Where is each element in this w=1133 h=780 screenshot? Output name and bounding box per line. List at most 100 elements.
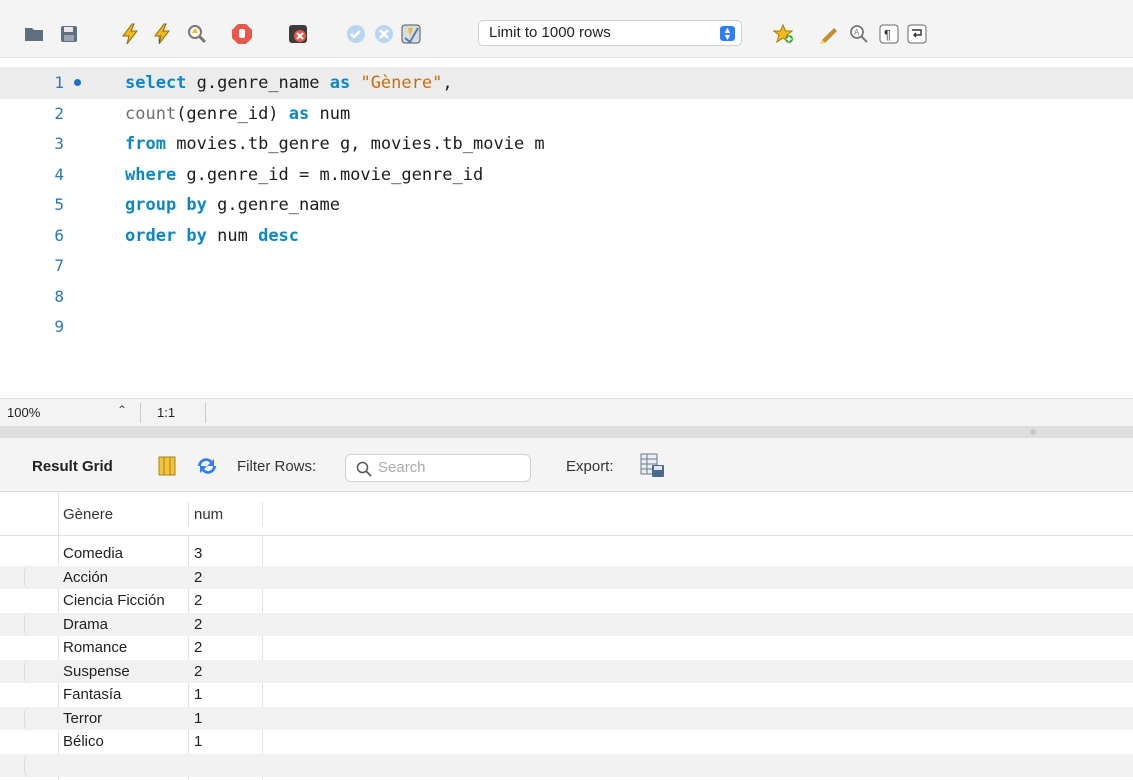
code-line[interactable]: 1 select g.genre_name as "Gènere", xyxy=(0,67,1133,99)
table-row[interactable]: Ciencia Ficción 2 xyxy=(0,589,1133,612)
sql-token: movies.tb_genre g, movies.tb_movie m xyxy=(165,134,545,154)
cell-genere[interactable]: Bélico xyxy=(63,730,104,753)
panel-splitter[interactable] xyxy=(0,426,1133,438)
add-snippet-icon[interactable] xyxy=(772,22,796,46)
sql-keyword: as xyxy=(329,73,351,93)
code-line[interactable]: 5 group by g.genre_name xyxy=(0,189,1133,221)
table-row[interactable]: Fantasía 1 xyxy=(0,683,1133,706)
limit-rows-value: Limit to 1000 rows xyxy=(489,24,611,41)
table-row[interactable]: Drama 2 xyxy=(0,612,1133,636)
cell-genere[interactable]: Ciencia Ficción xyxy=(63,589,165,612)
save-icon[interactable] xyxy=(57,22,81,46)
status-divider xyxy=(205,403,206,423)
open-folder-icon[interactable] xyxy=(22,22,46,46)
cell-num[interactable]: 2 xyxy=(194,636,202,659)
cell-num[interactable]: 2 xyxy=(194,589,202,612)
row-header[interactable] xyxy=(24,706,58,730)
table-row[interactable]: Terror 1 xyxy=(0,706,1133,730)
row-header[interactable] xyxy=(24,659,58,683)
column-divider[interactable] xyxy=(262,502,263,526)
chevron-updown-icon: ▲ ▼ xyxy=(720,26,735,42)
cell-num[interactable]: 2 xyxy=(194,660,202,683)
statement-marker-icon xyxy=(74,79,81,86)
code-line[interactable]: 7 xyxy=(0,250,1133,282)
cell-num[interactable]: 2 xyxy=(194,566,202,589)
sql-keyword: select xyxy=(125,73,187,93)
svg-text:I: I xyxy=(158,35,160,44)
cell-num[interactable]: 3 xyxy=(194,542,202,565)
code-line[interactable]: 9 xyxy=(0,311,1133,343)
table-row[interactable]: Comedia 3 xyxy=(0,542,1133,565)
sql-keyword: from xyxy=(125,134,166,154)
row-header[interactable] xyxy=(24,683,58,706)
code-text: select g.genre_name as "Gènere", xyxy=(125,67,453,99)
code-line[interactable]: 6 order by num desc xyxy=(0,220,1133,252)
sql-keyword: as xyxy=(288,103,310,124)
sql-editor[interactable]: 1 select g.genre_name as "Gènere", 2 count(… xyxy=(0,58,1133,398)
stop-icon[interactable] xyxy=(230,22,254,46)
beautify-icon[interactable] xyxy=(818,22,842,46)
wrap-lines-icon[interactable] xyxy=(905,22,929,46)
cell-genere[interactable]: Drama xyxy=(63,613,108,636)
explain-icon[interactable] xyxy=(185,22,209,46)
sql-token: , xyxy=(442,73,453,93)
grid-header: Gènere num xyxy=(0,492,1133,536)
code-line[interactable]: 3 from movies.tb_genre g, movies.tb_movie… xyxy=(0,128,1133,160)
table-row[interactable]: Romance 2 xyxy=(0,636,1133,659)
cell-num[interactable]: 1 xyxy=(194,730,202,753)
column-header-genere[interactable]: Gènere xyxy=(63,506,113,523)
line-number: 3 xyxy=(54,134,64,153)
table-row[interactable]: Bélico 1 xyxy=(0,730,1133,753)
row-header[interactable] xyxy=(24,565,58,589)
execute-current-icon[interactable]: I xyxy=(150,22,174,46)
table-row[interactable]: Suspense 2 xyxy=(0,659,1133,683)
row-header[interactable] xyxy=(24,542,58,565)
row-header[interactable] xyxy=(24,636,58,659)
filter-rows-input[interactable] xyxy=(378,459,518,476)
limit-rows-select[interactable]: Limit to 1000 rows ▲ ▼ xyxy=(478,20,742,46)
sql-function: count xyxy=(125,103,177,124)
cell-num[interactable]: 1 xyxy=(194,683,202,706)
sql-string: "Gènere" xyxy=(360,73,443,93)
zoom-level[interactable]: 100% xyxy=(7,405,40,420)
line-number: 6 xyxy=(54,225,64,245)
column-divider[interactable] xyxy=(188,502,189,526)
table-row[interactable]: Acción 2 xyxy=(0,565,1133,589)
cell-genere[interactable]: Acción xyxy=(63,566,108,589)
invisible-chars-icon[interactable]: ¶ xyxy=(877,22,901,46)
result-toolbar: Result Grid Filter Rows: Export: xyxy=(0,438,1133,492)
table-row[interactable] xyxy=(0,753,1133,777)
line-number: 2 xyxy=(54,103,64,123)
refresh-icon[interactable] xyxy=(196,456,218,480)
row-header[interactable] xyxy=(24,612,58,636)
commit-icon[interactable] xyxy=(344,22,368,46)
splitter-handle[interactable] xyxy=(1030,429,1036,435)
cell-genere[interactable]: Fantasía xyxy=(63,683,121,706)
cell-genere[interactable]: Terror xyxy=(63,707,102,730)
sql-token: num xyxy=(309,103,351,124)
column-header-num[interactable]: num xyxy=(194,506,223,523)
sql-keyword: order by xyxy=(125,225,207,246)
rollback-icon[interactable] xyxy=(372,22,396,46)
cell-genere[interactable]: Comedia xyxy=(63,542,123,565)
row-header[interactable] xyxy=(24,589,58,612)
cell-genere[interactable]: Suspense xyxy=(63,660,130,683)
cell-num[interactable]: 2 xyxy=(194,613,202,636)
export-icon[interactable] xyxy=(640,453,666,483)
cell-num[interactable]: 1 xyxy=(194,707,202,730)
row-header[interactable] xyxy=(24,730,58,753)
toggle-error-stop-icon[interactable] xyxy=(286,22,310,46)
result-grid-tab[interactable]: Result Grid xyxy=(32,458,113,475)
code-line[interactable]: 8 xyxy=(0,281,1133,313)
cell-genere[interactable]: Romance xyxy=(63,636,127,659)
line-number: 1 xyxy=(54,73,64,92)
execute-icon[interactable] xyxy=(118,22,142,46)
grid-columns-icon[interactable] xyxy=(158,456,176,480)
find-icon[interactable]: A xyxy=(847,22,871,46)
row-header[interactable] xyxy=(24,753,58,777)
code-line[interactable]: 2 count(genre_id) as num xyxy=(0,98,1133,130)
filter-rows-search[interactable] xyxy=(345,454,531,482)
code-line[interactable]: 4 where g.genre_id = m.movie_genre_id xyxy=(0,159,1133,191)
autocommit-icon[interactable] xyxy=(399,22,423,46)
zoom-stepper-icon[interactable]: ⌃ xyxy=(117,403,127,417)
